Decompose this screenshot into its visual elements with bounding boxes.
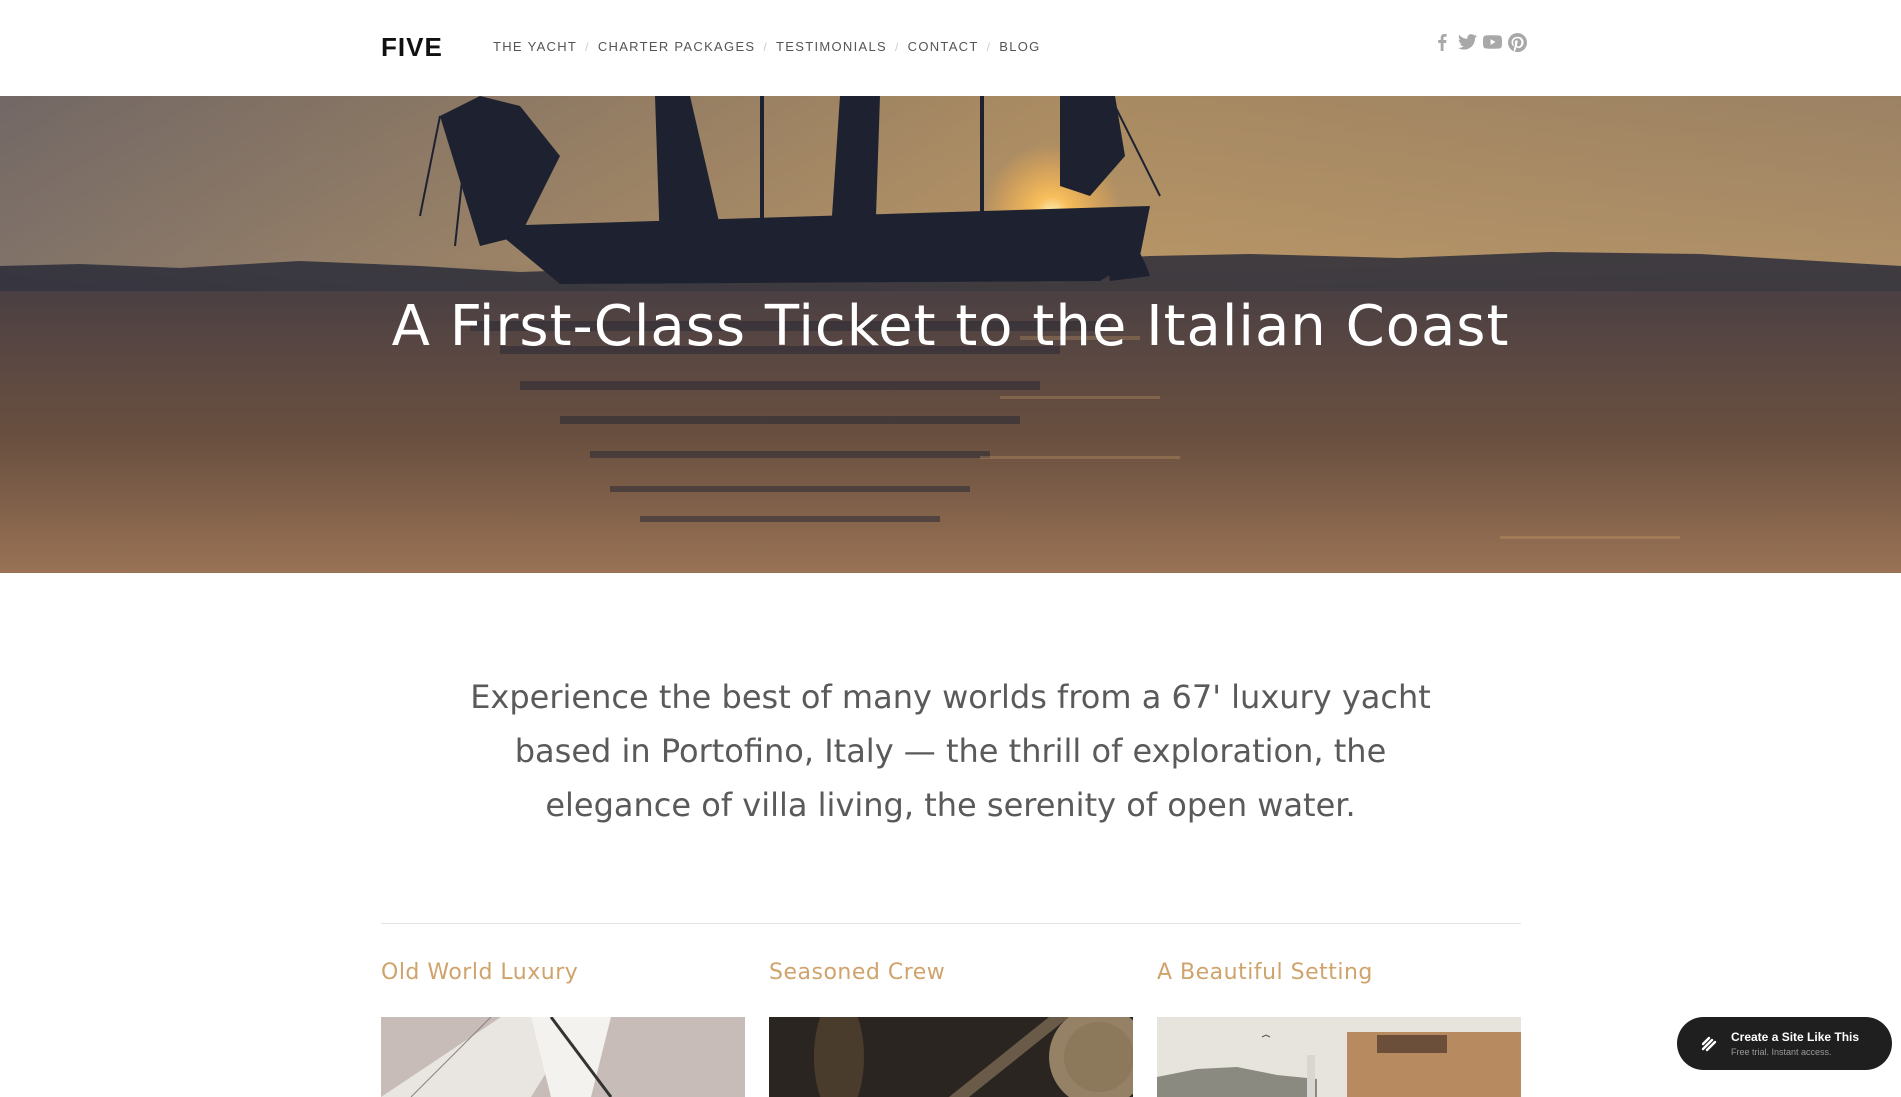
twitter-icon[interactable] (1457, 32, 1477, 52)
nav-item-testimonials[interactable]: TESTIMONIALS (776, 39, 887, 54)
site-header: FIVE THE YACHT / CHARTER PACKAGES / TEST… (0, 0, 1901, 96)
sail-image (381, 1017, 745, 1097)
nav-item-contact[interactable]: CONTACT (908, 39, 979, 54)
nav-separator: / (763, 39, 769, 54)
create-site-badge[interactable]: Create a Site Like This Free trial. Inst… (1677, 1017, 1892, 1070)
section-divider (381, 923, 1521, 924)
youtube-icon[interactable] (1482, 32, 1502, 52)
main-nav: THE YACHT / CHARTER PACKAGES / TESTIMONI… (493, 39, 1041, 54)
rope-deck-image (769, 1017, 1133, 1097)
feature-old-world-luxury: Old World Luxury (381, 960, 745, 1097)
site-logo[interactable]: FIVE (381, 32, 443, 63)
squarespace-logo-icon (1701, 1036, 1717, 1052)
feature-seasoned-crew: Seasoned Crew (769, 960, 1133, 1097)
badge-subtitle: Free trial. Instant access. (1731, 1047, 1832, 1057)
feature-title: A Beautiful Setting (1157, 960, 1373, 985)
hero-banner: A First-Class Ticket to the Italian Coas… (0, 96, 1901, 573)
badge-title: Create a Site Like This (1731, 1030, 1860, 1044)
feature-title: Seasoned Crew (769, 960, 946, 985)
nav-item-charter-packages[interactable]: CHARTER PACKAGES (598, 39, 756, 54)
coastline-image (1157, 1017, 1521, 1097)
intro-text: Experience the best of many worlds from … (470, 678, 1431, 824)
feature-a-beautiful-setting: A Beautiful Setting (1157, 960, 1521, 1097)
feature-title: Old World Luxury (381, 960, 579, 985)
nav-separator: / (986, 39, 992, 54)
hero-title: A First-Class Ticket to the Italian Coas… (391, 294, 1510, 359)
facebook-icon[interactable] (1432, 32, 1452, 52)
pinterest-icon[interactable] (1507, 32, 1527, 52)
social-links (1432, 32, 1527, 52)
nav-separator: / (585, 39, 590, 54)
nav-separator: / (894, 39, 900, 54)
nav-item-blog[interactable]: BLOG (999, 39, 1040, 54)
nav-item-the-yacht[interactable]: THE YACHT (493, 39, 577, 54)
